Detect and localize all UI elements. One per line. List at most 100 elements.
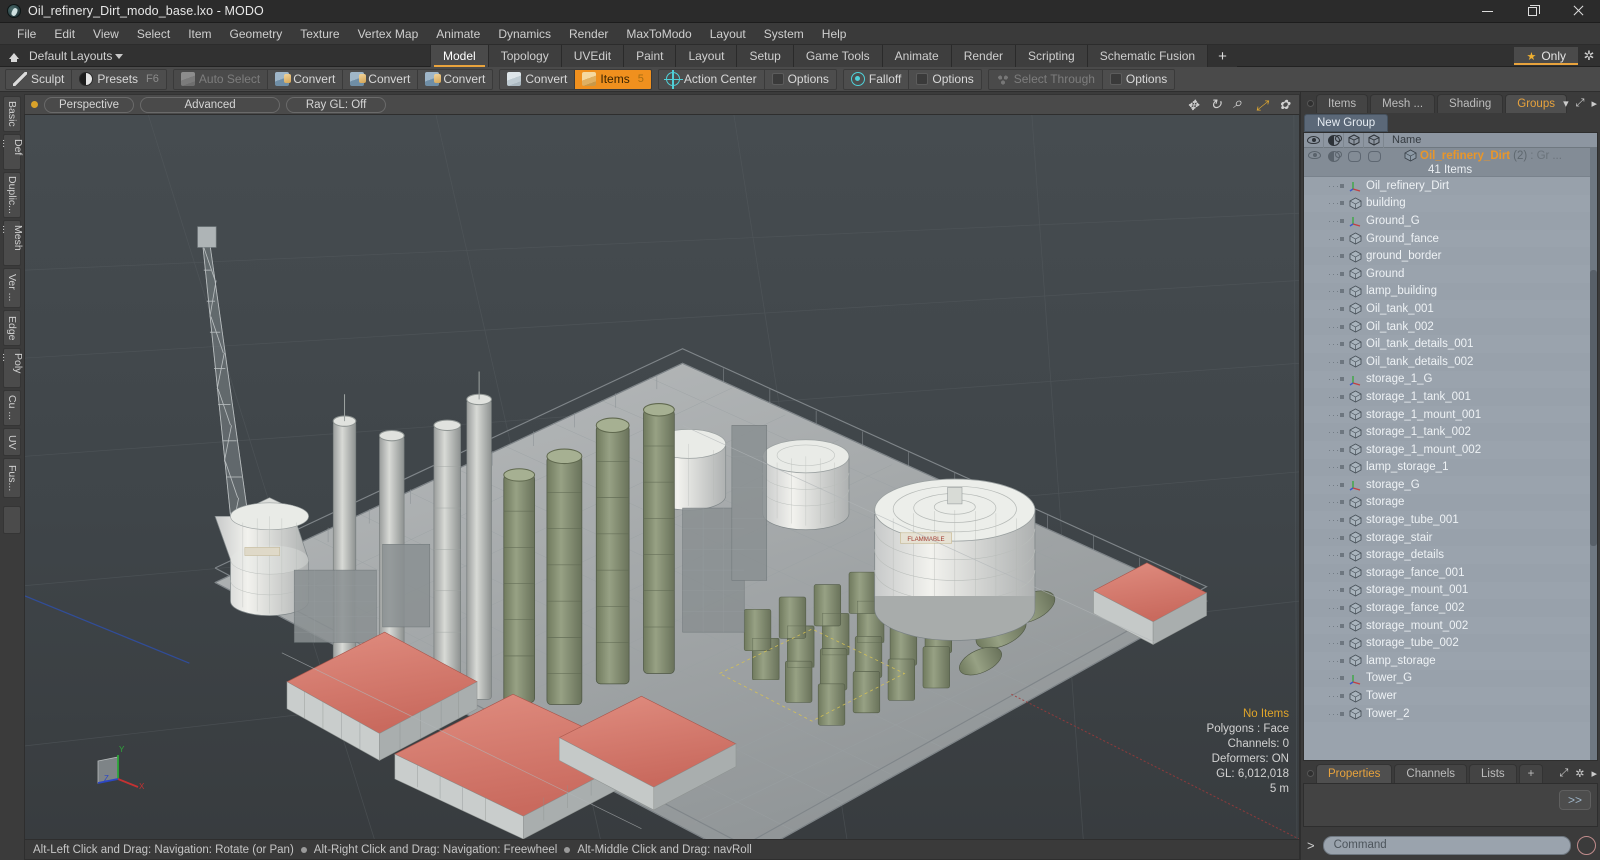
gear-icon[interactable]: ✲ [1582,49,1596,63]
action-center-options-button[interactable]: Options [764,69,836,89]
tree-item-row[interactable]: ··· Oil_tank_details_001 [1304,335,1597,353]
tab-model[interactable]: Model [430,45,489,67]
tree-expand-box-icon[interactable] [1340,412,1344,417]
tree-expand-box-icon[interactable] [1340,236,1344,241]
falloff-options-button[interactable]: Options [909,69,981,89]
add-properties-tab-button[interactable]: + [1518,764,1544,783]
select-through-button[interactable]: Select Through [988,69,1103,89]
raygl-toggle[interactable]: Ray GL: Off [286,96,387,113]
shading-mode-dropdown[interactable]: Advanced [140,96,281,113]
panel-menu-dot-icon[interactable] [1304,94,1316,113]
tree-item-row[interactable]: ··· storage_fance_001 [1304,564,1597,582]
menu-edit[interactable]: Edit [45,25,84,43]
menu-render[interactable]: Render [560,25,617,43]
falloff-button[interactable]: Falloff [843,69,910,89]
record-icon[interactable] [1577,835,1596,855]
left-tab-vertex[interactable]: Ver ... [3,268,21,308]
expand-icon[interactable] [1256,98,1270,112]
left-tab-basic[interactable]: Basic [3,96,21,132]
col-shading[interactable] [1324,133,1344,148]
tab-uvedit[interactable]: UVEdit [561,45,625,67]
tree-item-row[interactable]: ··· storage_1_tank_001 [1304,388,1597,406]
left-tab-deform[interactable]: Def ... [0,134,24,170]
default-layouts-dropdown[interactable]: Default Layouts [23,49,129,63]
menu-layout[interactable]: Layout [701,25,755,43]
command-input[interactable]: Command [1322,835,1571,855]
tab-render[interactable]: Render [951,45,1017,67]
tree-item-row[interactable]: ··· storage [1304,493,1597,512]
layout-eject-button[interactable] [5,48,23,64]
left-tab-duplicate[interactable]: Duplic... [3,172,21,218]
tab-scripting[interactable]: Scripting [1016,45,1088,67]
tree-expand-box-icon[interactable] [1340,535,1344,540]
tree-expand-box-icon[interactable] [1340,359,1344,364]
tree-expand-box-icon[interactable] [1340,394,1344,399]
tab-topology[interactable]: Topology [488,45,562,67]
tree-expand-box-icon[interactable] [1340,271,1344,276]
tree-expand-box-icon[interactable] [1340,500,1344,505]
left-tab-extra[interactable] [3,506,21,534]
properties-expand-button[interactable]: >> [1558,790,1591,810]
tree-expand-box-icon[interactable] [1340,553,1344,558]
gear-icon[interactable]: ✲ [1575,767,1584,780]
tree-item-row[interactable]: ··· storage_1_mount_001 [1304,405,1597,424]
tree-expand-box-icon[interactable] [1340,641,1344,646]
left-tab-fusion[interactable]: Fus... [3,458,21,498]
convert-vertex-button[interactable]: Convert [268,69,344,89]
properties-area[interactable]: >> [1303,783,1598,827]
zoom-icon[interactable] [1233,97,1247,112]
add-tab-button[interactable]: + [1208,45,1237,67]
tree-expand-box-icon[interactable] [1340,342,1344,347]
tab-layout[interactable]: Layout [676,45,738,67]
menu-maxtomodo[interactable]: MaxToModo [617,25,700,43]
tree-expand-box-icon[interactable] [1340,377,1344,382]
chevron-right-icon[interactable]: ▸ [1591,97,1597,110]
tree-item-row[interactable]: ··· storage_mount_001 [1304,581,1597,600]
convert-polygon-button[interactable]: Convert [418,69,493,89]
tab-schematic-fusion[interactable]: Schematic Fusion [1087,45,1209,67]
tree-item-row[interactable]: ··· ground_border [1304,247,1597,265]
tree-item-row[interactable]: ··· Oil_tank_001 [1304,300,1597,318]
tree-expand-box-icon[interactable] [1340,658,1344,663]
tree-expand-box-icon[interactable] [1340,570,1344,575]
tree-item-row[interactable]: ··· Oil_refinery_Dirt [1304,177,1597,195]
tab-lists[interactable]: Lists [1469,764,1517,783]
new-group-button[interactable]: New Group [1304,113,1389,132]
menu-file[interactable]: File [8,25,45,43]
col-visibility[interactable] [1304,133,1324,148]
chevron-down-icon[interactable]: ▾ [1563,97,1569,110]
auto-select-button[interactable]: Auto Select [173,69,269,89]
tree-item-row[interactable]: ··· Ground [1304,264,1597,283]
left-tab-curve[interactable]: Cu ... [3,390,21,426]
tree-scrollbar[interactable] [1590,148,1597,760]
tree-scrollbar-thumb[interactable] [1590,270,1597,546]
tree-item-row[interactable]: ··· storage_tube_001 [1304,511,1597,529]
tree-item-row[interactable]: ··· storage_mount_002 [1304,616,1597,635]
tree-item-row[interactable]: ··· Tower_G [1304,669,1597,688]
action-center-button[interactable]: Action Center [658,69,765,89]
convert-item-button[interactable]: Convert [500,69,576,89]
col-render[interactable] [1344,133,1364,148]
rotate-icon[interactable] [1210,97,1224,112]
tree-item-row[interactable]: ··· storage_fance_002 [1304,599,1597,617]
viewport-3d[interactable]: FLAMMABLE No Items Polygons: Face Chann… [24,114,1300,840]
close-button[interactable] [1555,0,1600,23]
menu-animate[interactable]: Animate [427,25,489,43]
left-tab-edge[interactable]: Edge [3,310,21,346]
tree-expand-box-icon[interactable] [1340,218,1344,223]
tree-expand-box-icon[interactable] [1340,482,1344,487]
tree-expand-box-icon[interactable] [1340,289,1344,294]
pan-icon[interactable] [1187,98,1201,112]
group-visibility-toggle[interactable] [1304,148,1324,177]
gear-icon[interactable] [1279,98,1293,112]
tab-setup[interactable]: Setup [737,45,794,67]
group-render-toggle[interactable] [1344,148,1364,177]
tree-item-row[interactable]: ··· Tower [1304,687,1597,705]
tree-expand-box-icon[interactable] [1340,306,1344,311]
minimize-button[interactable] [1465,0,1510,23]
items-mode-button[interactable]: Items 5 [575,69,651,89]
group-row[interactable]: Oil_refinery_Dirt (2) : Gr ... 41 Items [1304,148,1597,177]
properties-menu-dot-icon[interactable] [1304,764,1316,783]
tree-item-row[interactable]: ··· lamp_storage_1 [1304,458,1597,477]
groups-tree[interactable]: Name Oil_refinery_Dirt (2): Gr ... 41 I… [1303,132,1598,761]
